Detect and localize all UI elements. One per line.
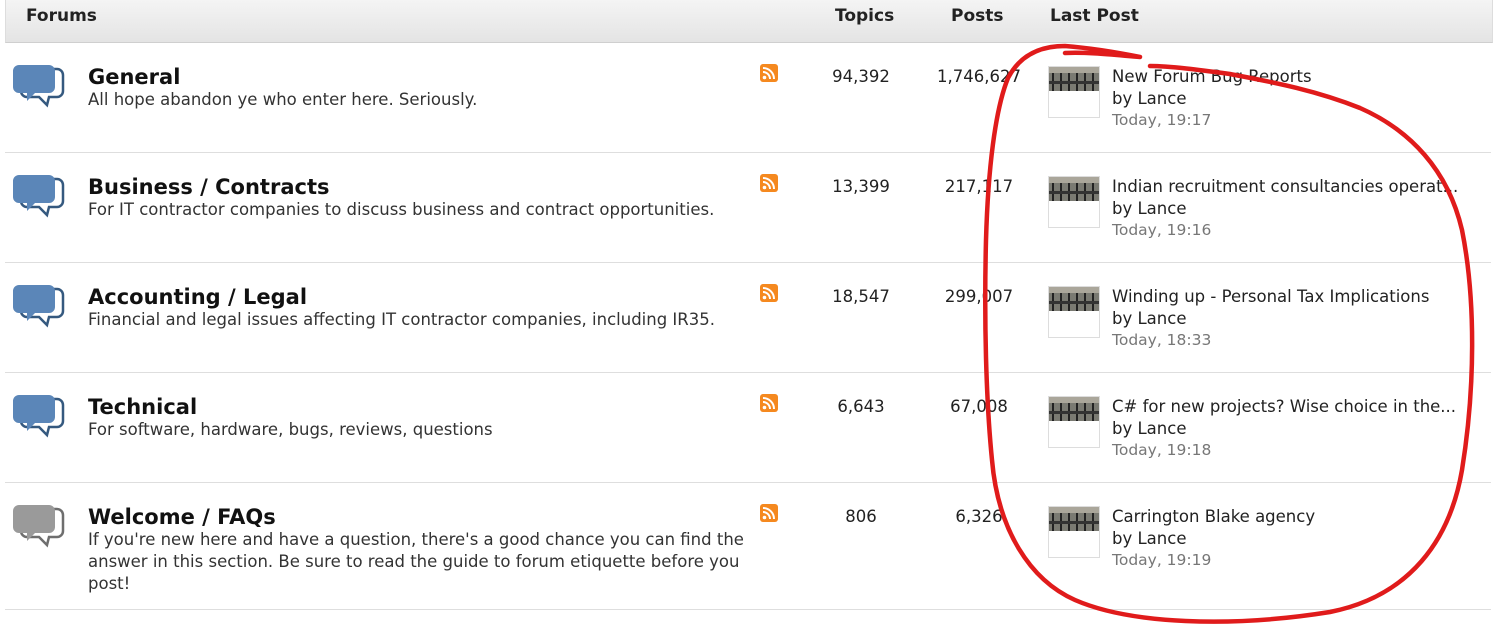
last-post-author[interactable]: by Lance <box>1112 309 1186 328</box>
forum-row-accounting-legal: Accounting / Legal Financial and legal i… <box>5 263 1491 373</box>
rss-icon[interactable] <box>760 174 778 192</box>
forum-row-technical: Technical For software, hardware, bugs, … <box>5 373 1491 483</box>
forum-description: For software, hardware, bugs, reviews, q… <box>88 420 493 439</box>
forum-title[interactable]: Welcome / FAQs <box>88 505 276 529</box>
rss-icon[interactable] <box>760 284 778 302</box>
last-post-author[interactable]: by Lance <box>1112 199 1186 218</box>
forum-description: If you're new here and have a question, … <box>88 530 744 593</box>
forum-row-welcome-faqs: Welcome / FAQs If you're new here and ha… <box>5 483 1491 610</box>
topics-count: 18,547 <box>832 287 890 306</box>
topics-count: 94,392 <box>832 67 890 86</box>
last-post-title[interactable]: Indian recruitment consultancies operat.… <box>1112 177 1484 196</box>
topics-count: 13,399 <box>832 177 890 196</box>
last-post-date: Today, 19:18 <box>1112 441 1212 459</box>
header-last-post: Last Post <box>1050 6 1139 26</box>
rss-icon[interactable] <box>760 64 778 82</box>
forum-title[interactable]: General <box>88 65 180 89</box>
speech-bubble-icon <box>13 285 65 328</box>
forum-description: All hope abandon ye who enter here. Seri… <box>88 90 478 109</box>
forum-title[interactable]: Accounting / Legal <box>88 285 307 309</box>
topics-count: 806 <box>845 507 877 526</box>
speech-bubble-icon <box>13 395 65 438</box>
last-post-title[interactable]: Winding up - Personal Tax Implications <box>1112 287 1484 306</box>
speech-bubble-icon <box>13 175 65 218</box>
posts-count: 1,746,627 <box>937 67 1021 86</box>
last-post-author[interactable]: by Lance <box>1112 529 1186 548</box>
forum-title[interactable]: Business / Contracts <box>88 175 329 199</box>
last-post-title[interactable]: C# for new projects? Wise choice in the.… <box>1112 397 1484 416</box>
header-topics: Topics <box>835 6 895 26</box>
forum-description: Financial and legal issues affecting IT … <box>88 310 715 329</box>
forum-description: For IT contractor companies to discuss b… <box>88 200 715 219</box>
posts-count: 217,117 <box>944 177 1014 196</box>
header-posts: Posts <box>951 6 1004 26</box>
forum-title[interactable]: Technical <box>88 395 197 419</box>
last-post-author[interactable]: by Lance <box>1112 89 1186 108</box>
posts-count: 299,007 <box>944 287 1014 306</box>
forum-row-general: General All hope abandon ye who enter he… <box>5 43 1491 153</box>
last-post-date: Today, 19:16 <box>1112 221 1212 239</box>
last-post-date: Today, 19:19 <box>1112 551 1212 569</box>
speech-bubble-icon <box>13 65 65 108</box>
header-forums: Forums <box>26 6 97 26</box>
forum-table-header: Forums Topics Posts Last Post <box>5 0 1493 43</box>
last-post-avatar[interactable] <box>1048 506 1100 558</box>
rss-icon[interactable] <box>760 394 778 412</box>
last-post-avatar[interactable] <box>1048 176 1100 228</box>
forum-row-business-contracts: Business / Contracts For IT contractor c… <box>5 153 1491 263</box>
last-post-title[interactable]: New Forum Bug Reports <box>1112 67 1484 86</box>
topics-count: 6,643 <box>837 397 885 416</box>
speech-bubble-icon <box>13 505 65 548</box>
last-post-avatar[interactable] <box>1048 66 1100 118</box>
last-post-author[interactable]: by Lance <box>1112 419 1186 438</box>
last-post-title[interactable]: Carrington Blake agency <box>1112 507 1484 526</box>
last-post-date: Today, 18:33 <box>1112 331 1212 349</box>
rss-icon[interactable] <box>760 504 778 522</box>
last-post-avatar[interactable] <box>1048 286 1100 338</box>
last-post-date: Today, 19:17 <box>1112 111 1212 129</box>
last-post-avatar[interactable] <box>1048 396 1100 448</box>
posts-count: 67,008 <box>950 397 1008 416</box>
posts-count: 6,326 <box>955 507 1003 526</box>
